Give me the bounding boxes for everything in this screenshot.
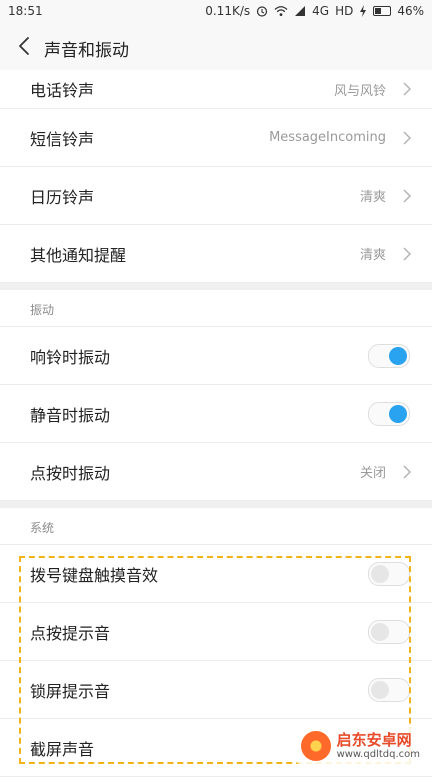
section-title: 振动 bbox=[30, 303, 55, 317]
row-label: 拨号键盘触摸音效 bbox=[30, 565, 159, 585]
row-value: MessageIncoming bbox=[269, 130, 386, 145]
chevron-right-icon bbox=[403, 130, 412, 145]
signal-icon bbox=[295, 6, 306, 16]
network-type: 4G bbox=[312, 4, 330, 18]
touch-sound-toggle[interactable] bbox=[368, 619, 410, 644]
dialpad-tone-row[interactable]: 拨号键盘触摸音效 bbox=[0, 545, 432, 603]
row-label: 短信铃声 bbox=[30, 129, 95, 149]
watermark-text: 启东安卓网 www.qdltdq.com bbox=[337, 732, 420, 760]
title-bar: 声音和振动 bbox=[0, 24, 432, 71]
row-label: 电话铃声 bbox=[30, 81, 95, 100]
chevron-right-icon bbox=[403, 246, 412, 261]
network-speed: 0.11K/s bbox=[205, 4, 251, 18]
touch-sound-row[interactable]: 点按提示音 bbox=[0, 603, 432, 661]
section-divider bbox=[0, 283, 432, 290]
toggle-knob bbox=[371, 622, 389, 641]
toggle-knob bbox=[371, 564, 389, 583]
hd-badge: HD bbox=[335, 4, 354, 18]
section-divider bbox=[0, 501, 432, 508]
vibration-group: 振动 响铃时振动 静音时振动 点按时振动 关闭 bbox=[0, 290, 432, 501]
status-right: 0.11K/s 4G HD 46% bbox=[205, 4, 424, 18]
back-arrow-icon[interactable] bbox=[14, 35, 36, 57]
watermark-title: 启东安卓网 bbox=[336, 731, 412, 750]
calendar-ringtone-row[interactable]: 日历铃声 清爽 bbox=[0, 167, 432, 225]
phone-ringtone-row[interactable]: 电话铃声 风与风铃 bbox=[0, 70, 432, 109]
toggle-knob bbox=[389, 404, 407, 423]
silent-vibrate-row[interactable]: 静音时振动 bbox=[0, 385, 432, 443]
battery-icon bbox=[373, 6, 392, 16]
chevron-right-icon bbox=[403, 188, 412, 203]
row-value: 风与风铃 bbox=[333, 83, 386, 99]
row-value: 清爽 bbox=[359, 190, 386, 205]
system-section-header: 系统 bbox=[0, 508, 432, 545]
row-label: 日历铃声 bbox=[30, 187, 95, 207]
row-value: 清爽 bbox=[359, 248, 386, 263]
row-label: 点按时振动 bbox=[30, 463, 111, 483]
lock-sound-row[interactable]: 锁屏提示音 bbox=[0, 661, 432, 719]
charging-icon bbox=[360, 5, 367, 17]
page-title: 声音和振动 bbox=[44, 41, 129, 61]
toggle-knob bbox=[371, 680, 389, 699]
wifi-icon bbox=[274, 6, 288, 16]
chevron-right-icon bbox=[403, 464, 412, 479]
row-label: 锁屏提示音 bbox=[30, 681, 111, 701]
row-label: 点按提示音 bbox=[30, 623, 111, 643]
row-label: 截屏声音 bbox=[30, 739, 95, 759]
row-label: 其他通知提醒 bbox=[30, 245, 127, 265]
row-label: 响铃时振动 bbox=[30, 347, 111, 367]
row-value: 关闭 bbox=[359, 466, 386, 481]
settings-list: 电话铃声 风与风铃 短信铃声 MessageIncoming 日历铃声 清爽 其… bbox=[0, 70, 432, 777]
battery-percent: 46% bbox=[397, 4, 424, 18]
dialpad-tone-toggle[interactable] bbox=[368, 561, 410, 586]
ringtone-group: 电话铃声 风与风铃 短信铃声 MessageIncoming 日历铃声 清爽 其… bbox=[0, 70, 432, 283]
ring-vibrate-toggle[interactable] bbox=[368, 343, 410, 368]
status-bar: 18:51 0.11K/s 4G HD 46% bbox=[0, 0, 432, 24]
chevron-right-icon bbox=[403, 82, 412, 96]
other-notification-row[interactable]: 其他通知提醒 清爽 bbox=[0, 225, 432, 283]
alarm-icon bbox=[257, 6, 268, 17]
watermark-logo-icon bbox=[300, 731, 331, 761]
vibration-section-header: 振动 bbox=[0, 290, 432, 327]
lock-sound-toggle[interactable] bbox=[368, 677, 410, 702]
row-label: 静音时振动 bbox=[30, 405, 111, 425]
toggle-knob bbox=[389, 346, 407, 365]
silent-vibrate-toggle[interactable] bbox=[368, 401, 410, 426]
touch-vibrate-row[interactable]: 点按时振动 关闭 bbox=[0, 443, 432, 501]
ring-vibrate-row[interactable]: 响铃时振动 bbox=[0, 327, 432, 385]
section-title: 系统 bbox=[30, 521, 55, 535]
watermark-url: www.qdltdq.com bbox=[336, 748, 420, 760]
status-time: 18:51 bbox=[8, 4, 43, 18]
sms-ringtone-row[interactable]: 短信铃声 MessageIncoming bbox=[0, 109, 432, 167]
watermark: 启东安卓网 www.qdltdq.com bbox=[294, 728, 426, 764]
